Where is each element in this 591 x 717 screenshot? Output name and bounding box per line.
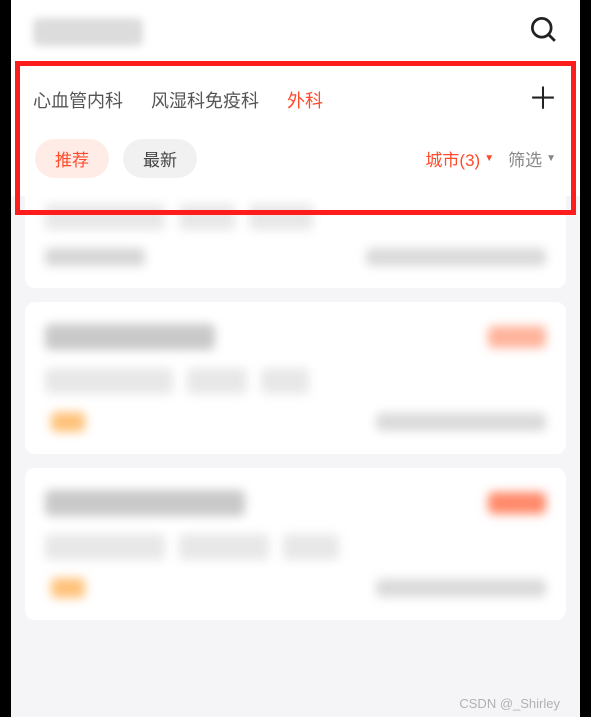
results-list <box>11 196 580 717</box>
header-bar <box>11 0 580 57</box>
chevron-down-icon: ▼ <box>484 153 494 164</box>
blurred-meta <box>45 248 145 266</box>
blurred-tag <box>45 368 173 394</box>
blurred-title <box>45 490 245 516</box>
blurred-tag <box>179 204 235 230</box>
blurred-tag <box>187 368 247 394</box>
list-item[interactable] <box>25 468 566 620</box>
city-dropdown-label: 城市(3) <box>425 146 480 171</box>
watermark-text: CSDN @_Shirley <box>459 696 560 711</box>
chip-recommend[interactable]: 推荐 <box>35 139 109 178</box>
list-item[interactable] <box>25 302 566 454</box>
blurred-meta <box>376 413 546 431</box>
tab-surgery[interactable]: 外科 <box>287 87 323 113</box>
city-dropdown[interactable]: 城市(3) ▼ <box>425 146 494 171</box>
blurred-meta <box>376 579 546 597</box>
blurred-meta <box>366 248 546 266</box>
blurred-meta-group <box>45 578 85 598</box>
tab-rheumatology[interactable]: 风湿科免疫科 <box>151 87 259 113</box>
blurred-title <box>45 324 215 350</box>
list-item[interactable] <box>25 196 566 288</box>
blurred-badge <box>488 326 546 348</box>
filter-dropdown-label: 筛选 <box>508 146 542 171</box>
blurred-tag <box>179 534 269 560</box>
blurred-tag <box>283 534 339 560</box>
tab-cardiology[interactable]: 心血管内科 <box>33 87 123 113</box>
add-category-icon[interactable]: ＋ <box>528 85 558 115</box>
blurred-tag <box>45 534 165 560</box>
filter-dropdown[interactable]: 筛选 ▼ <box>508 146 556 171</box>
chip-latest[interactable]: 最新 <box>123 139 197 178</box>
blurred-tag <box>45 204 165 230</box>
filter-bar: 推荐 最新 城市(3) ▼ 筛选 ▼ <box>11 129 580 196</box>
brand-logo-blurred <box>33 18 143 46</box>
phone-frame: 心血管内科 风湿科免疫科 外科 ＋ 推荐 最新 城市(3) ▼ 筛选 ▼ <box>11 0 580 717</box>
blurred-tag <box>261 368 309 394</box>
chevron-down-icon: ▼ <box>546 153 556 164</box>
blurred-meta-group <box>45 412 85 432</box>
search-icon[interactable] <box>528 14 558 49</box>
blurred-tag <box>249 204 313 230</box>
blurred-badge <box>488 492 546 514</box>
category-tabs: 心血管内科 风湿科免疫科 外科 ＋ <box>11 57 580 129</box>
